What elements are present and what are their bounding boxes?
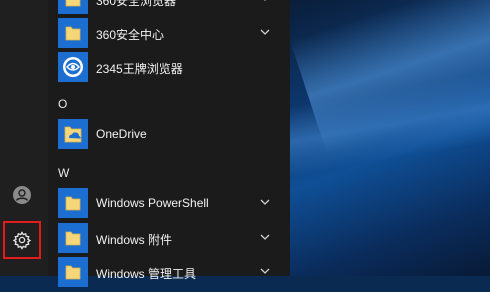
section-header: W <box>58 166 70 180</box>
chevron-down-icon[interactable] <box>258 0 272 5</box>
app-tile <box>58 257 88 287</box>
app-tile <box>58 223 88 253</box>
browser-2345-icon <box>63 57 83 77</box>
list-item[interactable]: Windows PowerShell <box>48 187 290 221</box>
folder-icon <box>65 196 81 211</box>
chevron-down-icon[interactable] <box>258 25 272 39</box>
folder-icon <box>65 0 81 7</box>
list-item[interactable]: OneDrive <box>48 118 290 152</box>
app-label: 360安全中心 <box>96 28 165 42</box>
app-list: 360安全浏览器 360安全中心 2345王牌浏览器 O OneDrive W … <box>48 0 290 287</box>
app-label: OneDrive <box>96 127 147 141</box>
chevron-down-icon[interactable] <box>258 195 272 209</box>
desktop-wallpaper <box>290 0 490 276</box>
app-tile <box>58 0 88 14</box>
list-item[interactable]: 360安全中心 <box>48 17 290 51</box>
gear-highlight-box <box>3 221 41 259</box>
app-label: 2345王牌浏览器 <box>96 62 183 76</box>
app-label: 360安全浏览器 <box>96 0 177 8</box>
chevron-down-icon[interactable] <box>258 230 272 244</box>
section-header: O <box>58 97 68 111</box>
list-item[interactable]: 2345王牌浏览器 <box>48 51 290 85</box>
onedrive-folder-icon <box>64 126 82 143</box>
folder-icon <box>65 26 81 41</box>
app-tile <box>58 119 88 149</box>
app-label: Windows 附件 <box>96 233 173 247</box>
list-item[interactable]: Windows 管理工具 <box>48 256 290 290</box>
app-label: Windows 管理工具 <box>96 267 197 281</box>
folder-icon <box>65 265 81 280</box>
start-sidebar <box>0 0 48 276</box>
app-label: Windows PowerShell <box>96 196 209 210</box>
list-item[interactable]: Windows 附件 <box>48 222 290 256</box>
app-tile <box>58 18 88 48</box>
folder-icon <box>65 231 81 246</box>
app-tile <box>58 188 88 218</box>
list-item[interactable]: 360安全浏览器 <box>48 0 290 17</box>
app-tile <box>58 52 88 82</box>
user-icon[interactable] <box>12 185 32 205</box>
